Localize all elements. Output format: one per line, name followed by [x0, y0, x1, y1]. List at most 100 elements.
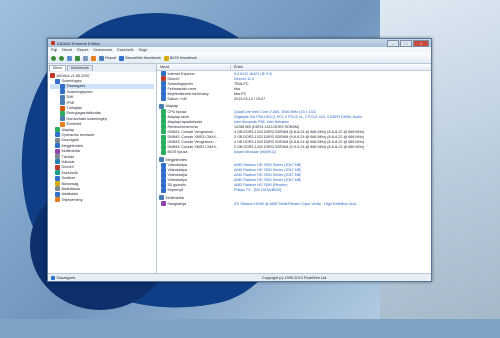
section-title: Alaplap	[165, 104, 179, 109]
detail-value[interactable]: Gigabyte GA-P55-UD3 (1 PCI, 2 PCI-E x1, …	[231, 115, 362, 119]
detail-value[interactable]: AMD Radeon HD 7800 Series (2047 MB)	[231, 163, 301, 167]
close-button[interactable]: ×	[413, 40, 429, 47]
bios-icon	[161, 149, 166, 155]
summary-icon	[51, 275, 55, 280]
detail-value: TIBA-PC	[234, 81, 249, 86]
detail-row[interactable]: Dátum / Idő 2013-03-13 / 15:07	[157, 96, 431, 102]
detail-field-label: Számítógépnév	[167, 81, 194, 86]
detail-field-label: Dátum / Idő	[167, 96, 187, 101]
bios-updates-button[interactable]: BIOS frissítések	[163, 55, 197, 62]
nav-tab[interactable]: Menü	[49, 65, 66, 71]
chip-icon	[60, 94, 65, 100]
forward-button[interactable]	[59, 55, 64, 62]
column-header-field[interactable]: Mező	[157, 65, 231, 69]
detail-value[interactable]: Award Modular (06/09/11)	[231, 150, 276, 154]
report-button[interactable]: Report	[99, 55, 116, 62]
detail-field-label: Rendszermemória	[167, 124, 198, 129]
monitor-icon	[159, 157, 164, 163]
detail-value[interactable]: AMD Radeon HD 7800 Series (2047 MB)	[231, 178, 301, 182]
menu-item[interactable]: Súgó	[139, 48, 148, 52]
report-label: Report	[105, 56, 117, 60]
detail-value: 12288 MB (DDR3-1333 DDR3 SDRAM)	[234, 124, 300, 129]
chart-button[interactable]	[91, 55, 96, 62]
detail-field-label: Videokártya	[167, 178, 187, 183]
menu-item[interactable]: Kedvencek	[93, 48, 112, 52]
back-button[interactable]	[51, 55, 56, 62]
summary-icon	[60, 83, 65, 89]
refresh-icon	[75, 55, 80, 61]
column-header-value[interactable]: Érték	[231, 65, 243, 69]
vendor-updates-button[interactable]: Beszállítói frissítések	[119, 55, 161, 62]
detail-value[interactable]: DirectX 11.0	[231, 77, 254, 81]
detail-row[interactable]: Képernyő Philips TV - [NO DATA/B000]	[157, 187, 431, 193]
detail-value[interactable]: AMD Radeon HD 7800 Series (2047 MB)	[231, 173, 301, 177]
detail-field: BIOS típusa	[157, 149, 231, 155]
app-icon	[51, 41, 55, 45]
tree-item-label: Összegzés	[66, 84, 86, 89]
tree-item-label: Túlhajtás	[66, 106, 82, 111]
computer-icon	[50, 73, 55, 79]
minimize-button[interactable]: –	[387, 40, 399, 47]
menu-item[interactable]: Eszközök	[117, 48, 133, 52]
detail-field-label: DIMM1: Corsair Vengeance...	[167, 129, 216, 134]
speed-icon	[60, 105, 65, 111]
status-section: Összegzés	[56, 275, 76, 280]
tree-item-label: Számítógép	[61, 79, 82, 84]
detail-row[interactable]: Hangkártya ATI Radeon HDMI @ AMD Tahiti/P…	[157, 201, 431, 206]
tree-item-label: Kiszolgáló	[61, 138, 79, 143]
monitor-icon	[55, 143, 60, 149]
menu-item[interactable]: Nézet	[62, 48, 72, 52]
network-icon	[55, 159, 60, 165]
title-bar[interactable]: AIDA64 Extreme Edition – □ ×	[48, 39, 431, 47]
media-icon	[55, 148, 60, 154]
detail-value[interactable]: QuadCore Intel Core i7-860, 3066 MHz (23…	[231, 110, 316, 114]
user-button[interactable]	[83, 55, 88, 62]
detail-value[interactable]: Intel Ibexpeak P55, Intel Nehalem	[231, 120, 289, 124]
update-icon	[119, 55, 125, 61]
maximize-button[interactable]: □	[400, 40, 412, 47]
detail-value[interactable]: AMD Radeon HD 7800 Series (2047 MB)	[231, 168, 301, 172]
arrow-right-icon	[59, 55, 64, 61]
detail-value: 2013-03-13 / 15:07	[234, 96, 266, 101]
chart-icon	[91, 55, 96, 61]
tree-item-label: Adatbázis	[61, 192, 79, 197]
detail-field-label: Hangkártya	[167, 201, 187, 206]
nav-tree: AIDA64 v1.85.2200 Számítógép Összegzés Szám…	[48, 72, 156, 203]
navigation-panel: Menü Kedvencek AIDA64 v1.85.2200 Számítógé…	[48, 64, 157, 274]
detail-field-label: Videokártya	[167, 163, 187, 168]
detail-value[interactable]: Philips TV - [NO DATA/B000]	[231, 188, 281, 192]
tree-item-label: Érzékelő	[66, 122, 82, 127]
tree-item-label: Hálózat	[61, 159, 75, 164]
nav-tab[interactable]: Kedvencek	[67, 65, 93, 71]
details-header: Mező Érték	[157, 64, 431, 71]
detail-value[interactable]: 9.0.8112.16421 (IE 9.0)	[231, 72, 272, 76]
aida64-window: AIDA64 Extreme Edition – □ × Fájl Nézet Re…	[47, 38, 432, 282]
window-title: AIDA64 Extreme Edition	[57, 40, 101, 46]
detail-field-label: Alaplap neve	[167, 114, 189, 119]
detail-field-label: DIMM3: Corsair Vengeance...	[167, 140, 216, 145]
detail-value[interactable]: ATI Radeon HDMI @ AMD Tahiti/Pitcairn Ca…	[231, 202, 359, 206]
section-title: Multimédia	[165, 195, 184, 200]
tree-item[interactable]: Teljesítmény	[50, 197, 154, 203]
menu-item[interactable]: Fájl	[51, 48, 57, 52]
tree-item-label: IPMI	[66, 100, 75, 105]
details-panel: Mező Érték Internet Explorer 9.0.8112.164…	[157, 64, 431, 274]
detail-field-label: DirectX	[167, 76, 180, 81]
detail-value[interactable]: AMD Radeon HD 7850 (Pitcairn)	[231, 183, 288, 187]
tree-item-label: Tárolás	[61, 154, 75, 159]
tree-item-label: Beállítások	[61, 186, 81, 191]
detail-field-label: DIMM4: Corsair XMS3 CMX4...	[167, 145, 219, 150]
menu-item[interactable]: Report	[77, 48, 88, 52]
tree-item-label: Energiagazdálkodás	[66, 111, 101, 116]
status-bar: Összegzés Copyright (c) 1995-2013 FinalW…	[48, 273, 431, 281]
up-button[interactable]	[67, 55, 72, 62]
tree-item-label: DirectX	[61, 165, 74, 170]
benchmark-icon	[55, 197, 60, 203]
detail-field-label: 3D gyorsító	[167, 183, 187, 188]
windows-icon	[55, 132, 60, 138]
refresh-button[interactable]	[75, 55, 80, 62]
detail-field: Dátum / Idő	[157, 96, 231, 102]
detail-row[interactable]: BIOS típusa Award Modular (06/09/11)	[157, 149, 431, 155]
tree-item-label: Biztonság	[61, 181, 79, 186]
section-title: Megjelenítés	[165, 157, 188, 162]
